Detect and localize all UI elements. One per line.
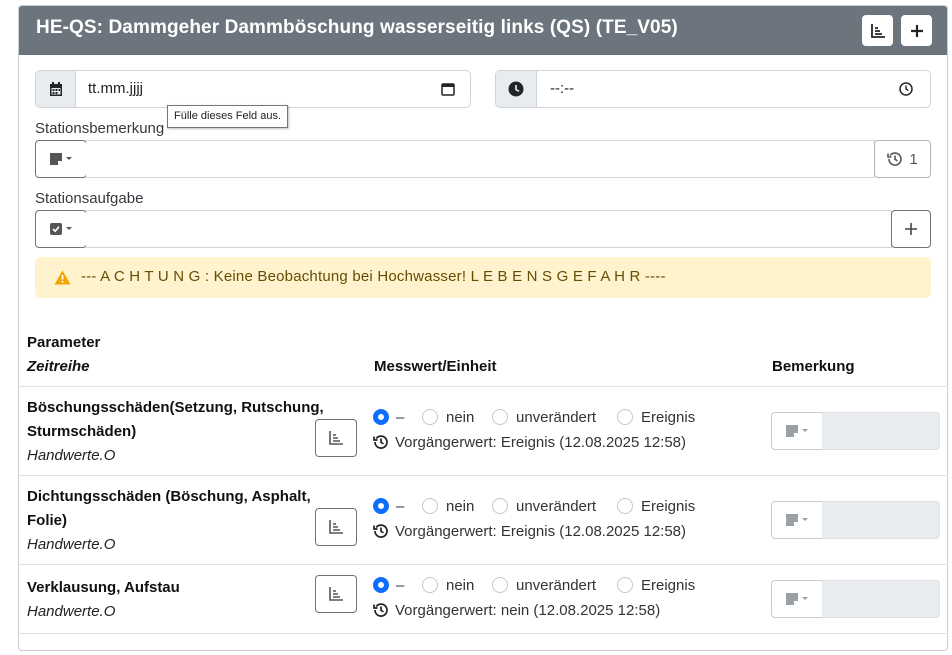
stationsaufgabe-label: Stationsaufgabe <box>35 190 144 207</box>
row3-previous-value: Vorgängerwert: nein (12.08.2025 12:58) <box>395 602 661 619</box>
row1-radio-ereignis[interactable] <box>617 409 633 425</box>
row2-label-ereignis: Ereignis <box>641 498 696 515</box>
row1-previous-value: Vorgängerwert: Ereignis (12.08.2025 12:5… <box>395 434 687 451</box>
history-icon <box>887 151 903 167</box>
row3-radio-nein[interactable] <box>422 577 438 593</box>
clock-picker-icon[interactable] <box>899 82 913 96</box>
chart-button[interactable] <box>862 15 893 46</box>
row3-label-unveraendert: unverändert <box>516 577 597 594</box>
header-parameter: Parameter <box>27 334 101 351</box>
note-icon <box>785 513 809 527</box>
row3-chart-button[interactable] <box>315 575 357 613</box>
note-icon <box>785 424 809 438</box>
row2-name-line1: Dichtungsschäden (Böschung, Asphalt, <box>27 488 311 505</box>
row1-label-unveraendert: unverändert <box>516 409 597 426</box>
header-zeitreihe: Zeitreihe <box>27 358 90 375</box>
row1-name-line1: Böschungsschäden(Setzung, Rutschung, <box>27 399 324 416</box>
row1-radio-dash[interactable] <box>373 409 389 425</box>
row1-radio-unveraendert[interactable] <box>492 409 508 425</box>
row-divider <box>18 633 948 634</box>
row1-label-ereignis: Ereignis <box>641 409 696 426</box>
header-messwert: Messwert/Einheit <box>374 358 497 375</box>
row2-series: Handwerte.O <box>27 536 116 553</box>
row-divider <box>18 475 948 476</box>
card-header: HE-QS: Dammgeher Dammböschung wasserseit… <box>19 6 947 55</box>
row-divider <box>18 386 948 387</box>
plus-icon <box>910 24 924 38</box>
row1-name-line2: Sturmschäden) <box>27 423 137 440</box>
row2-remark-dropdown[interactable] <box>771 501 823 539</box>
row2-radio-unveraendert[interactable] <box>492 498 508 514</box>
add-task-button[interactable] <box>891 210 931 248</box>
calendar-icon <box>36 71 76 107</box>
row3-series: Handwerte.O <box>27 603 116 620</box>
stationsbemerkung-dropdown[interactable] <box>35 140 87 178</box>
row2-label-unveraendert: unverändert <box>516 498 597 515</box>
chart-icon <box>328 519 344 535</box>
stationsaufgabe-input[interactable] <box>86 210 892 248</box>
chart-icon <box>328 430 344 446</box>
history-button[interactable]: 1 <box>874 140 931 178</box>
row3-label-dash: – <box>396 577 405 594</box>
row2-radio-ereignis[interactable] <box>617 498 633 514</box>
validation-tooltip: Fülle dieses Feld aus. <box>167 105 288 128</box>
row1-series: Handwerte.O <box>27 447 116 464</box>
row1-label-dash: – <box>396 409 405 426</box>
warning-alert: --- A C H T U N G : Keine Beobachtung be… <box>35 257 931 298</box>
row3-radio-dash[interactable] <box>373 577 389 593</box>
row2-radio-nein[interactable] <box>422 498 438 514</box>
plus-icon <box>904 222 918 236</box>
date-input[interactable]: tt.mm.jjjj <box>88 80 143 97</box>
history-count: 1 <box>909 150 918 168</box>
row1-remark-input[interactable] <box>822 412 940 450</box>
calendar-picker-icon[interactable] <box>441 82 455 96</box>
row3-name-line1: Verklausung, Aufstau <box>27 579 180 596</box>
warning-text: --- A C H T U N G : Keine Beobachtung be… <box>81 268 666 285</box>
history-icon <box>373 602 389 618</box>
row1-radio-nein[interactable] <box>422 409 438 425</box>
warning-icon <box>54 270 71 285</box>
row3-radio-ereignis[interactable] <box>617 577 633 593</box>
row3-label-nein: nein <box>446 577 475 594</box>
stationsaufgabe-dropdown[interactable] <box>35 210 87 248</box>
row-divider <box>18 564 948 565</box>
row2-name-line2: Folie) <box>27 512 67 529</box>
row2-chart-button[interactable] <box>315 508 357 546</box>
stationsbemerkung-label: Stationsbemerkung <box>35 120 165 137</box>
add-button[interactable] <box>901 15 932 46</box>
date-input-group: tt.mm.jjjj <box>35 70 471 108</box>
chart-icon <box>328 586 344 602</box>
row1-remark-dropdown[interactable] <box>771 412 823 450</box>
row3-label-ereignis: Ereignis <box>641 577 696 594</box>
header-bemerkung: Bemerkung <box>772 358 855 375</box>
row3-radio-unveraendert[interactable] <box>492 577 508 593</box>
row2-label-nein: nein <box>446 498 475 515</box>
row2-radio-dash[interactable] <box>373 498 389 514</box>
checkbox-icon <box>49 222 73 236</box>
note-icon <box>785 592 809 606</box>
time-input[interactable]: --:-- <box>550 80 574 97</box>
row2-remark-input[interactable] <box>822 501 940 539</box>
note-icon <box>49 152 73 166</box>
history-icon <box>373 434 389 450</box>
history-icon <box>373 523 389 539</box>
time-input-group: --:-- <box>495 70 931 108</box>
page-title: HE-QS: Dammgeher Dammböschung wasserseit… <box>36 17 678 38</box>
row2-label-dash: – <box>396 498 405 515</box>
row3-remark-input[interactable] <box>822 580 940 618</box>
row1-chart-button[interactable] <box>315 419 357 457</box>
chart-icon <box>870 23 886 39</box>
clock-icon <box>496 71 537 107</box>
row2-previous-value: Vorgängerwert: Ereignis (12.08.2025 12:5… <box>395 523 687 540</box>
row1-label-nein: nein <box>446 409 475 426</box>
stationsbemerkung-input[interactable] <box>86 140 875 178</box>
row3-remark-dropdown[interactable] <box>771 580 823 618</box>
